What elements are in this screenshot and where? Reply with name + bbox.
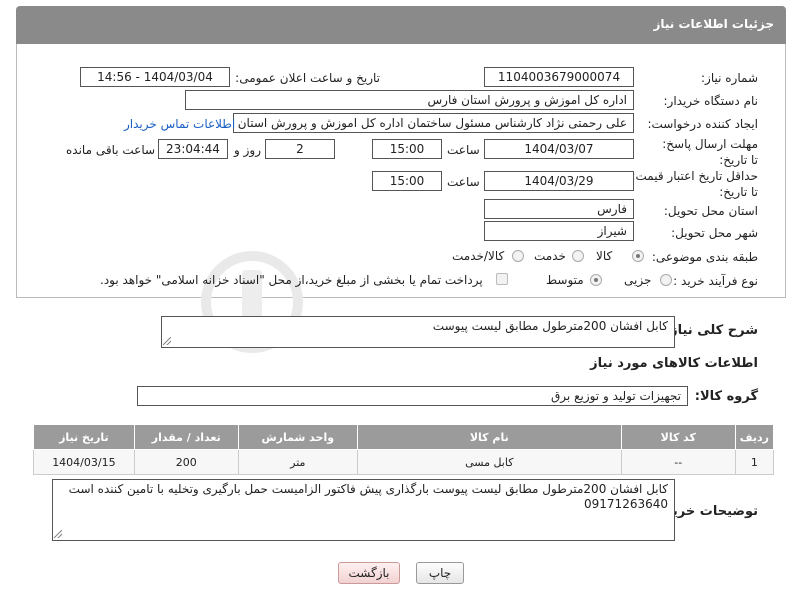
table-header-row: ردیف کد کالا نام کالا واحد شمارش تعداد /… <box>33 424 775 450</box>
col-header-row-number: ردیف <box>734 424 775 450</box>
need-number-label: شماره نیاز: <box>701 71 758 85</box>
price-validity-time-label: ساعت <box>447 175 480 189</box>
purchase-type-label: نوع فرآیند خرید : <box>673 274 758 288</box>
delivery-city-label: شهر محل تحویل: <box>671 226 758 240</box>
cell-row-number: 1 <box>734 449 775 475</box>
need-number-field: 1104003679000074 <box>484 67 634 87</box>
deadline-label: مهلت ارسال پاسخ: تا تاریخ: <box>662 137 758 167</box>
cell-unit: متر <box>237 449 358 475</box>
treasury-payment-checkbox[interactable] <box>496 273 508 285</box>
panel-header: جزئیات اطلاعات نیاز <box>16 6 786 44</box>
remaining-time-label: ساعت باقی مانده <box>66 143 156 157</box>
announce-datetime-label: تاریخ و ساعت اعلان عمومی: <box>235 71 380 85</box>
cell-date: 1404/03/15 <box>33 449 135 475</box>
col-header-unit: واحد شمارش <box>237 424 358 450</box>
panel-title: جزئیات اطلاعات نیاز <box>653 17 774 31</box>
deadline-days-label: روز و <box>234 143 261 157</box>
print-button[interactable]: چاپ <box>416 562 464 584</box>
buyer-org-field: اداره کل اموزش و پرورش استان فارس <box>185 90 634 110</box>
deadline-date-field: 1404/03/07 <box>484 139 634 159</box>
goods-group-field: تجهیزات تولید و توزیع برق <box>137 386 688 406</box>
description-resize-grip[interactable] <box>163 337 171 345</box>
category-radio-goods-service[interactable] <box>512 250 524 262</box>
remaining-time-field: 23:04:44 <box>158 139 228 159</box>
category-radio-service[interactable] <box>572 250 584 262</box>
price-validity-label: حداقل تاریخ اعتبار قیمت: تا تاریخ: <box>631 169 758 199</box>
goods-group-label: گروه کالا: <box>694 389 758 404</box>
category-option-service: خدمت <box>534 249 566 263</box>
requester-field: علی رحمتی نژاد کارشناس مسئول ساختمان ادا… <box>233 113 634 133</box>
purchase-type-option-medium: متوسط <box>546 273 584 287</box>
description-label: شرح کلی نیاز: <box>664 323 758 338</box>
deadline-time-label: ساعت <box>447 143 480 157</box>
col-header-date: تاریخ نیاز <box>33 424 135 450</box>
purchase-type-radio-minor[interactable] <box>660 274 672 286</box>
description-field: کابل افشان 200مترطول مطابق لیست پیوست <box>161 316 675 348</box>
category-option-goods-service: کالا/خدمت <box>452 249 505 263</box>
buyer-notes-resize-grip[interactable] <box>54 530 62 538</box>
col-header-quantity: تعداد / مقدار <box>133 424 239 450</box>
cell-name: کابل مسی <box>356 449 622 475</box>
delivery-province-field: فارس <box>484 199 634 219</box>
category-label: طبقه بندی موضوعی: <box>651 250 758 264</box>
requester-label: ایجاد کننده درخواست: <box>647 117 758 131</box>
delivery-city-field: شیراز <box>484 221 634 241</box>
buyer-notes-field: کابل افشان 200مترطول مطابق لیست پیوست با… <box>52 479 675 541</box>
announce-datetime-field: 1404/03/04 - 14:56 <box>80 67 230 87</box>
col-header-code: کد کالا <box>620 424 736 450</box>
col-header-name: نام کالا <box>356 424 622 450</box>
buyer-contact-link[interactable]: اطلاعات تماس خریدار <box>124 117 235 131</box>
buyer-org-label: نام دستگاه خریدار: <box>663 94 759 108</box>
back-button[interactable]: بازگشت <box>338 562 400 584</box>
cell-quantity: 200 <box>133 449 239 475</box>
purchase-type-radio-medium[interactable] <box>590 274 602 286</box>
table-row: 1 -- کابل مسی متر 200 1404/03/15 <box>33 449 775 475</box>
items-table: ردیف کد کالا نام کالا واحد شمارش تعداد /… <box>33 424 775 475</box>
price-validity-date-field: 1404/03/29 <box>484 171 634 191</box>
goods-info-title: اطلاعات کالاهای مورد نیاز <box>590 356 758 371</box>
treasury-payment-note: پرداخت تمام یا بخشی از مبلغ خرید،از محل … <box>100 273 483 287</box>
category-option-goods: کالا <box>596 249 613 263</box>
delivery-province-label: استان محل تحویل: <box>663 204 758 218</box>
deadline-time-field: 15:00 <box>372 139 442 159</box>
purchase-type-option-minor: جزیی <box>624 273 652 287</box>
cell-code: -- <box>620 449 736 475</box>
price-validity-time-field: 15:00 <box>372 171 442 191</box>
deadline-days-field: 2 <box>265 139 335 159</box>
category-radio-goods[interactable] <box>632 250 644 262</box>
